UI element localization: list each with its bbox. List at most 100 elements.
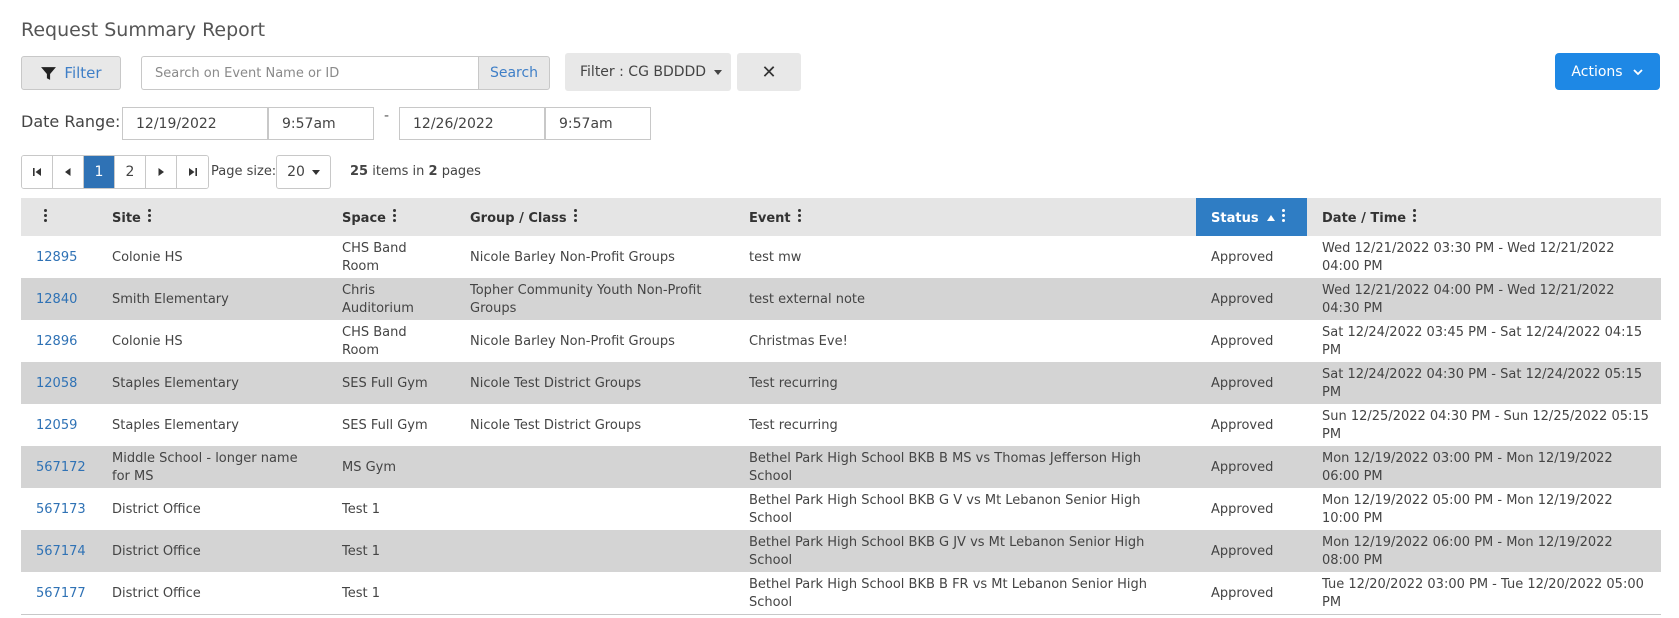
datetime-cell: Sat 12/24/2022 03:45 PM - Sat 12/24/2022… bbox=[1322, 325, 1643, 358]
column-header-group[interactable]: Group / Class bbox=[455, 198, 734, 236]
table-row[interactable]: 567174 District Office Test 1 Bethel Park H… bbox=[21, 530, 1661, 572]
status-cell: Approved bbox=[1211, 585, 1274, 601]
request-id-cell: 567174 bbox=[21, 530, 97, 572]
filter-button-label: Filter bbox=[64, 64, 102, 82]
request-id-link[interactable]: 567174 bbox=[36, 544, 86, 559]
end-date-field[interactable]: 12/26/2022 bbox=[399, 107, 545, 140]
group-cell bbox=[455, 446, 734, 488]
group-cell: Nicole Barley Non-Profit Groups bbox=[470, 334, 675, 349]
first-page-icon bbox=[33, 168, 41, 176]
column-header-event[interactable]: Event bbox=[734, 198, 1196, 236]
request-id-link[interactable]: 567172 bbox=[36, 460, 86, 475]
status-cell: Approved bbox=[1211, 292, 1274, 307]
request-id-link[interactable]: 12896 bbox=[36, 334, 77, 349]
table-row[interactable]: 12895 Colonie HS CHS Band Room Nicole Barle… bbox=[21, 236, 1661, 278]
table-row[interactable]: 567177 District Office Test 1 Bethel Park H… bbox=[21, 572, 1661, 614]
site-cell: Staples Elementary bbox=[112, 418, 239, 433]
kebab-icon[interactable] bbox=[573, 208, 578, 224]
group-cell: Nicole Test District Groups bbox=[470, 376, 642, 391]
kebab-icon[interactable] bbox=[44, 208, 48, 224]
search-button[interactable]: Search bbox=[478, 56, 550, 90]
next-page-button[interactable] bbox=[146, 156, 177, 188]
funnel-icon bbox=[41, 66, 57, 80]
column-header-space[interactable]: Space bbox=[327, 198, 455, 236]
date-range-separator: - bbox=[384, 108, 390, 124]
column-header-id[interactable] bbox=[21, 198, 97, 236]
kebab-icon[interactable] bbox=[797, 208, 802, 224]
table-row[interactable]: 12896 Colonie HS CHS Band Room Nicole Barle… bbox=[21, 320, 1661, 362]
event-cell: Bethel Park High School BKB B FR vs Mt L… bbox=[749, 576, 1147, 610]
clear-filter-button[interactable]: ✕ bbox=[737, 53, 801, 91]
datetime-cell: Wed 12/21/2022 04:00 PM - Wed 12/21/2022… bbox=[1322, 283, 1615, 316]
request-id-link[interactable]: 12058 bbox=[36, 376, 77, 391]
column-header-datetime[interactable]: Date / Time bbox=[1307, 198, 1661, 236]
table-row[interactable]: 567172 Middle School - longer name for MS… bbox=[21, 446, 1661, 488]
end-time-field[interactable]: 9:57am bbox=[545, 107, 651, 140]
filter-button[interactable]: Filter bbox=[21, 56, 121, 90]
active-filter-label: Filter : CG BDDDD bbox=[580, 64, 707, 80]
actions-button[interactable]: Actions bbox=[1555, 53, 1660, 90]
column-header-label: Space bbox=[342, 210, 386, 226]
next-page-icon bbox=[158, 168, 164, 176]
table-row[interactable]: 12059 Staples Elementary SES Full Gym Nicol… bbox=[21, 404, 1661, 446]
start-date-field[interactable]: 12/19/2022 bbox=[122, 107, 268, 140]
request-id-link[interactable]: 567173 bbox=[36, 502, 86, 517]
total-items: 25 bbox=[350, 164, 369, 179]
table-row[interactable]: 12058 Staples Elementary SES Full Gym Nicol… bbox=[21, 362, 1661, 404]
status-cell: Approved bbox=[1211, 250, 1274, 265]
pager-info: 25 items in 2 pages bbox=[350, 164, 481, 179]
request-id-link[interactable]: 12059 bbox=[36, 418, 77, 433]
space-cell: Test 1 bbox=[342, 502, 381, 517]
site-cell: District Office bbox=[112, 502, 201, 517]
kebab-icon[interactable] bbox=[1413, 208, 1417, 224]
caret-down-icon bbox=[714, 69, 723, 75]
table-row[interactable]: 12840 Smith Elementary Chris Auditorium Top… bbox=[21, 278, 1661, 320]
group-cell bbox=[455, 488, 734, 530]
total-pages: 2 bbox=[428, 164, 438, 179]
event-cell: Test recurring bbox=[749, 376, 838, 391]
chevron-down-icon bbox=[1632, 68, 1643, 75]
datetime-cell: Wed 12/21/2022 03:30 PM - Wed 12/21/2022… bbox=[1322, 241, 1615, 274]
datetime-cell: Sun 12/25/2022 04:30 PM - Sun 12/25/2022… bbox=[1322, 409, 1649, 442]
site-cell: District Office bbox=[112, 544, 201, 559]
active-filter-dropdown[interactable]: Filter : CG BDDDD bbox=[565, 53, 731, 91]
request-table: Site Space Group / Class Event Status Da… bbox=[21, 198, 1661, 615]
page-1-button[interactable]: 1 bbox=[84, 156, 115, 188]
table-row[interactable]: 567173 District Office Test 1 Bethel Park H… bbox=[21, 488, 1661, 530]
datetime-cell: Tue 12/20/2022 03:00 PM - Tue 12/20/2022… bbox=[1322, 576, 1644, 610]
space-cell: Chris Auditorium bbox=[342, 283, 414, 316]
request-id-link[interactable]: 12840 bbox=[36, 292, 77, 307]
start-time-field[interactable]: 9:57am bbox=[268, 107, 374, 140]
group-cell: Nicole Test District Groups bbox=[470, 418, 642, 433]
search-input[interactable] bbox=[141, 56, 478, 90]
close-icon: ✕ bbox=[761, 61, 777, 83]
first-page-button[interactable] bbox=[22, 156, 53, 188]
datetime-cell: Mon 12/19/2022 03:00 PM - Mon 12/19/2022… bbox=[1322, 451, 1613, 484]
request-id-cell: 567173 bbox=[21, 488, 97, 530]
space-cell: SES Full Gym bbox=[342, 376, 428, 391]
datetime-cell: Mon 12/19/2022 05:00 PM - Mon 12/19/2022… bbox=[1322, 493, 1613, 526]
column-header-label: Date / Time bbox=[1322, 210, 1407, 226]
last-page-button[interactable] bbox=[177, 156, 208, 188]
column-header-label: Group / Class bbox=[470, 210, 567, 226]
request-id-cell: 567172 bbox=[21, 446, 97, 488]
request-id-link[interactable]: 12895 bbox=[36, 250, 77, 265]
kebab-icon[interactable] bbox=[392, 208, 397, 224]
kebab-icon[interactable] bbox=[147, 208, 152, 224]
space-cell: SES Full Gym bbox=[342, 418, 428, 433]
column-header-site[interactable]: Site bbox=[97, 198, 327, 236]
request-id-cell: 12896 bbox=[21, 320, 97, 362]
date-range-label: Date Range: bbox=[21, 112, 121, 131]
kebab-icon[interactable] bbox=[1281, 208, 1286, 224]
event-cell: Bethel Park High School BKB G JV vs Mt L… bbox=[749, 535, 1145, 568]
search-bar: Search bbox=[141, 56, 550, 90]
column-header-status[interactable]: Status bbox=[1196, 198, 1307, 236]
space-cell: MS Gym bbox=[342, 460, 397, 475]
page-size-select[interactable]: 20 bbox=[276, 155, 331, 189]
last-page-icon bbox=[188, 168, 197, 176]
request-id-link[interactable]: 567177 bbox=[36, 586, 86, 601]
table-header-row: Site Space Group / Class Event Status Da… bbox=[21, 198, 1661, 236]
page-2-button[interactable]: 2 bbox=[115, 156, 146, 188]
group-cell bbox=[455, 572, 734, 614]
previous-page-button[interactable] bbox=[53, 156, 84, 188]
